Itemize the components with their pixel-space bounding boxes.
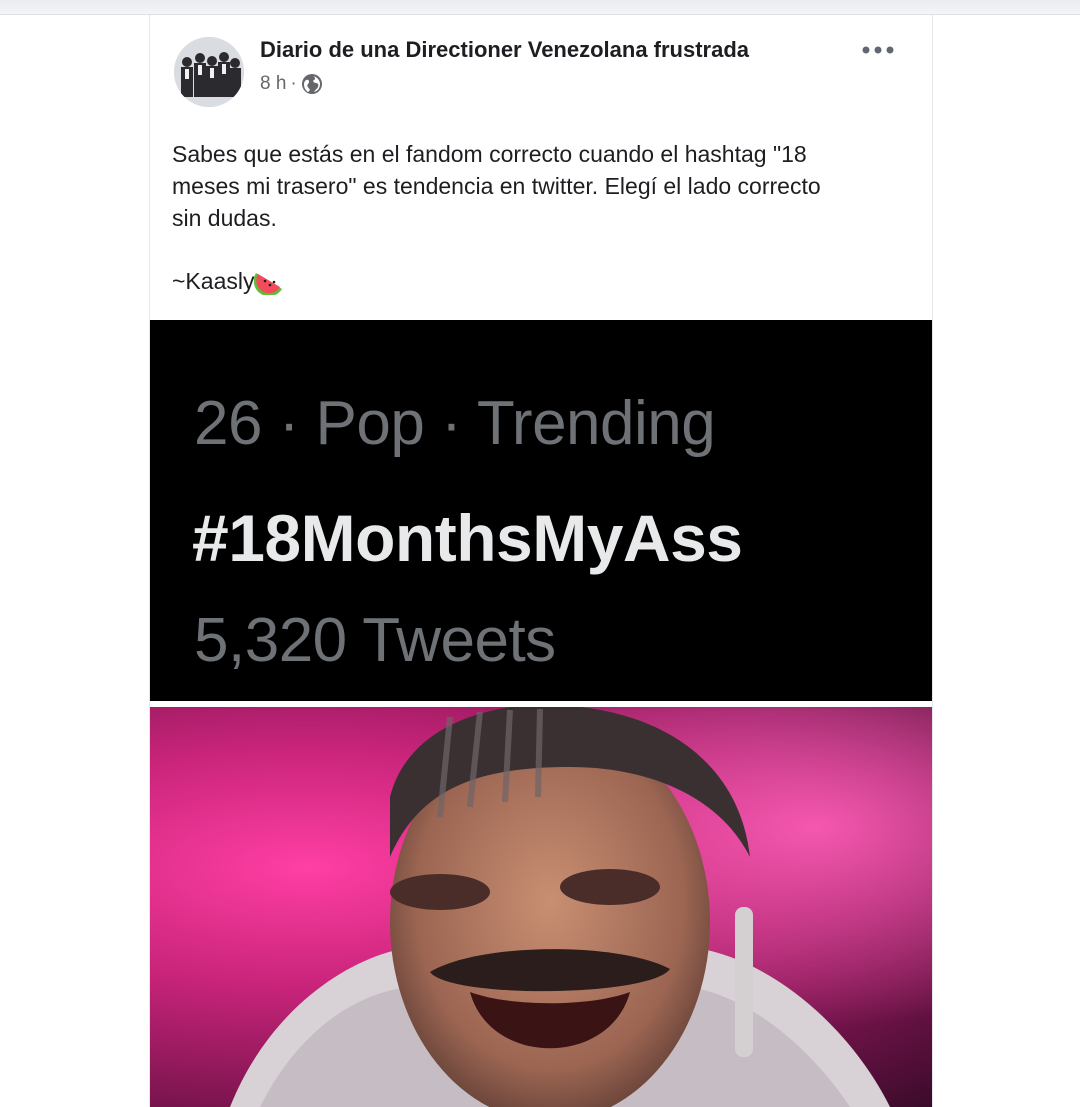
trend-meta: 26 · Pop · Trending (194, 389, 716, 458)
trend-hashtag: #18MonthsMyAss (192, 501, 743, 575)
post-text-line: sin dudas. (172, 205, 277, 231)
trend-tweet-count: 5,320 Tweets (194, 606, 556, 675)
avatar[interactable] (174, 37, 244, 107)
post-text-line: meses mi trasero" es tendencia en twitte… (172, 173, 821, 199)
post-signature: ~Kaasly (172, 267, 284, 295)
post-timestamp[interactable]: 8 h (260, 73, 286, 95)
window-top-strip (0, 0, 1080, 15)
meta-separator: · (290, 73, 297, 94)
more-options-icon (862, 46, 894, 54)
post-meta: 8 h · (260, 73, 323, 95)
signature-text: ~Kaasly (172, 267, 255, 294)
post-text-line: Sabes que estás en el fandom correcto cu… (172, 141, 807, 167)
watermelon-icon (254, 273, 283, 295)
post-text: Sabes que estás en el fandom correcto cu… (172, 138, 912, 234)
more-options-button[interactable] (856, 35, 900, 65)
post-author-name[interactable]: Diario de una Directioner Venezolana fru… (260, 37, 749, 63)
facebook-post-card: Diario de una Directioner Venezolana fru… (149, 15, 933, 1107)
trend-screenshot[interactable]: 26 · Pop · Trending #18MonthsMyAss 5,320… (150, 320, 932, 701)
laughing-man-photo[interactable] (150, 707, 932, 1107)
laughing-man-image (150, 707, 932, 1107)
globe-icon[interactable] (301, 73, 323, 95)
group-photo-icon (174, 37, 244, 107)
